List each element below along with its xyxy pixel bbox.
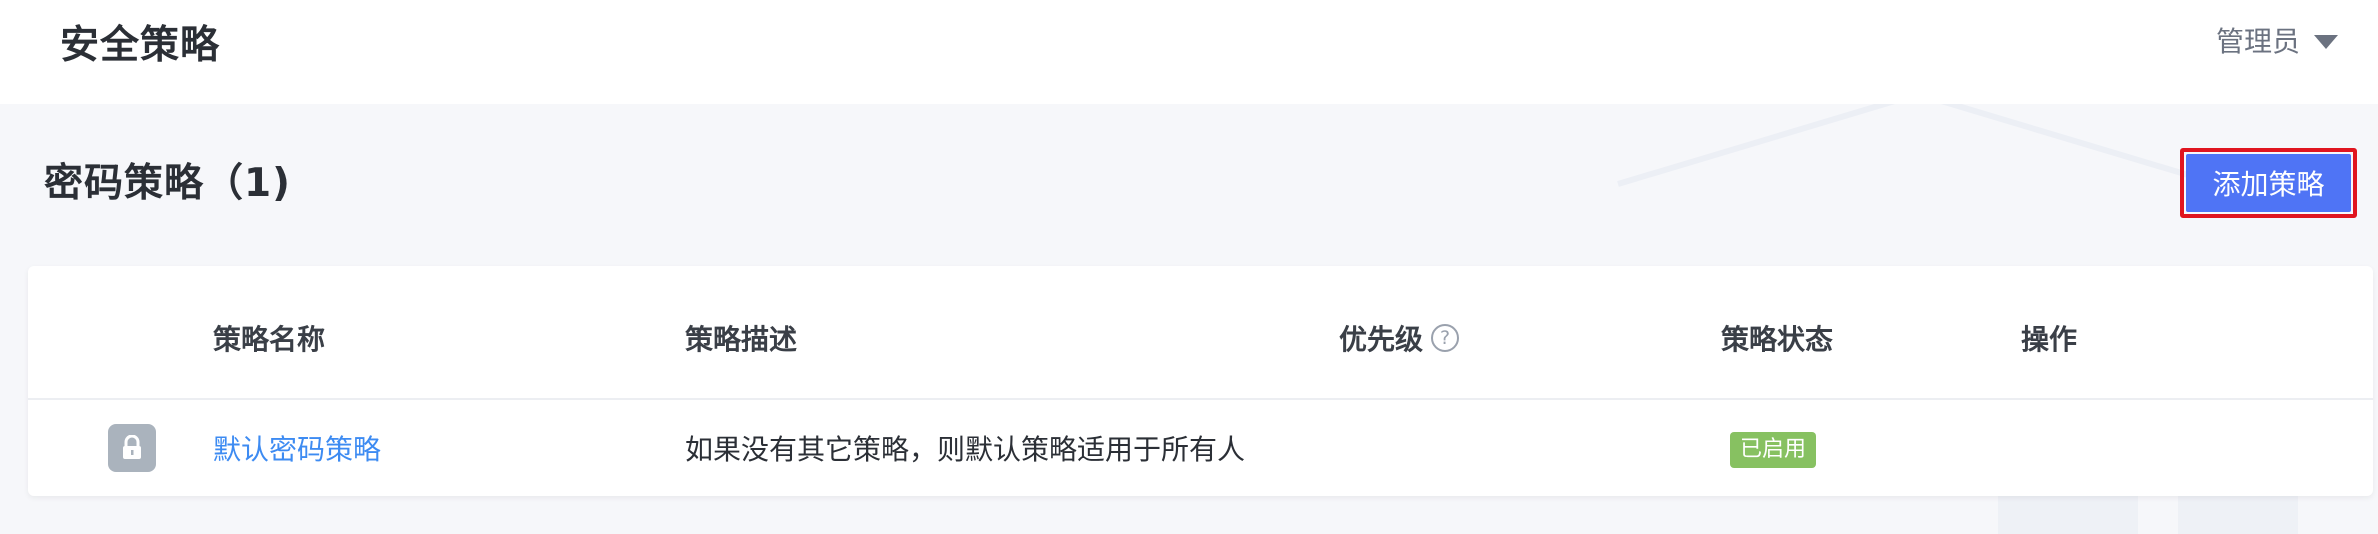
policy-description: 如果没有其它策略，则默认策略适用于所有人 [685,433,1246,466]
user-name: 管理员 [2215,25,2300,58]
table-row: 默认密码策略 如果没有其它策略，则默认策略适用于所有人 已启用 [28,402,2373,496]
help-icon[interactable]: ? [1431,324,1460,352]
caret-down-icon [2314,35,2338,49]
section-title: 密码策略（1) [44,161,291,206]
policy-table: 策略名称 策略描述 优先级 ? 策略状态 操作 默认密码策略 如果没有其它策略，… [28,266,2373,496]
column-header-status: 策略状态 [1721,323,1834,356]
top-bar: 安全策略 管理员 [0,0,2378,104]
status-badge: 已启用 [1730,432,1817,468]
column-header-name: 策略名称 [213,323,326,356]
table-header: 策略名称 策略描述 优先级 ? 策略状态 操作 [28,266,2373,400]
page-title: 安全策略 [60,23,221,68]
column-header-priority: 优先级 ? [1339,318,1460,358]
policy-name-link[interactable]: 默认密码策略 [213,428,381,468]
add-policy-button-highlight: 添加策略 [2180,148,2357,218]
lock-icon [108,424,156,472]
column-header-actions: 操作 [2021,323,2078,356]
user-menu[interactable]: 管理员 [2216,20,2338,60]
add-policy-button[interactable]: 添加策略 [2186,154,2351,212]
column-header-description: 策略描述 [685,323,798,356]
